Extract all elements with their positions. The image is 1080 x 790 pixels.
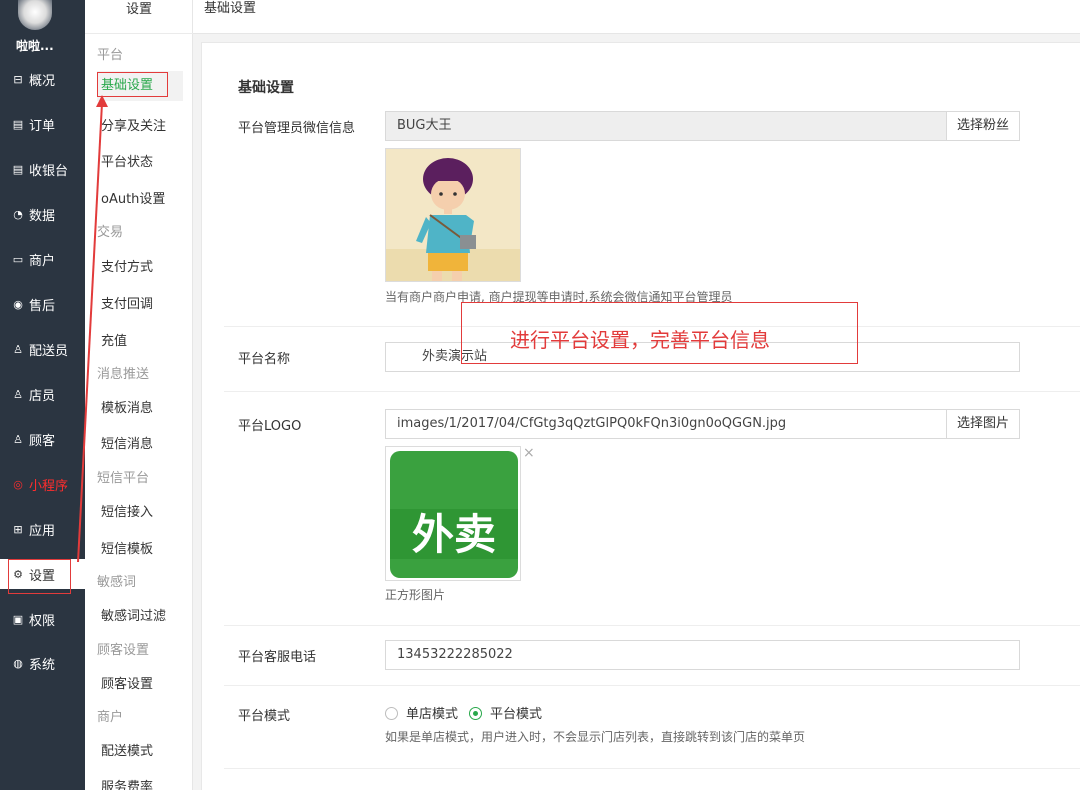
nav-item-courier[interactable]: ♙ 配送员	[0, 334, 85, 364]
select-image-button[interactable]: 选择图片	[946, 409, 1020, 439]
nav-item-label: 收银台	[29, 163, 69, 179]
nav-item-miniprogram[interactable]: ◎ 小程序	[0, 469, 85, 499]
main-sidebar: 啦啦... ⊟ 概况 ▤ 订单 ▤ 收银台 ◔ 数据 ▭ 商户 ◉ 售后 ♙ 配…	[0, 0, 85, 790]
apps-icon: ⊞	[13, 522, 23, 536]
submenu-item-pay-callback[interactable]: 支付回调	[101, 293, 153, 312]
submenu-item-template-msg[interactable]: 模板消息	[101, 397, 153, 416]
logo-text: 外卖	[411, 510, 496, 559]
nav-item-label: 权限	[29, 613, 56, 629]
nav-item-label: 售后	[29, 298, 56, 314]
single-store-radio[interactable]	[385, 707, 398, 720]
service-phone-input[interactable]: 13453222285022	[385, 640, 1020, 670]
submenu-item-recharge[interactable]: 充值	[101, 330, 127, 349]
submenu-group-customer: 顾客设置	[97, 643, 150, 658]
logo-help-text: 正方形图片	[385, 588, 446, 602]
submenu-item-service-rate[interactable]: 服务费率	[101, 776, 153, 790]
annotation-callout-text: 进行平台设置，完善平台信息	[510, 328, 770, 352]
nav-item-permissions[interactable]: ▣ 权限	[0, 604, 85, 634]
nav-item-cashier[interactable]: ▤ 收银台	[0, 154, 85, 184]
settings-submenu: 设置 平台 基础设置 分享及关注 平台状态 oAuth设置 交易 支付方式 支付…	[85, 0, 193, 790]
nav-item-label: 小程序	[29, 478, 69, 494]
nav-item-customer[interactable]: ♙ 顾客	[0, 424, 85, 454]
submenu-item-status[interactable]: 平台状态	[101, 151, 153, 170]
section-title: 基础设置	[238, 80, 294, 96]
nav-item-label: 订单	[29, 118, 56, 134]
nav-item-label: 概况	[29, 73, 56, 89]
select-fans-button[interactable]: 选择粉丝	[946, 111, 1020, 141]
miniprogram-icon: ◎	[13, 477, 23, 491]
row-divider	[224, 768, 1080, 769]
customer-icon: ♙	[13, 432, 23, 446]
order-icon: ▤	[12, 117, 24, 131]
aftersale-icon: ◉	[13, 297, 23, 311]
submenu-group-platform: 平台	[97, 48, 124, 63]
lock-icon: ▣	[12, 612, 24, 626]
nav-item-system[interactable]: ◍ 系统	[0, 648, 85, 678]
nav-item-orders[interactable]: ▤ 订单	[0, 109, 85, 139]
submenu-item-pay-method[interactable]: 支付方式	[101, 256, 153, 275]
row-divider	[224, 625, 1080, 626]
top-header: 基础设置	[193, 0, 1080, 34]
nav-item-label: 配送员	[29, 343, 69, 359]
cartoon-avatar-icon	[386, 149, 520, 281]
nav-item-label: 顾客	[29, 433, 56, 449]
platform-mode-radio[interactable]	[469, 707, 482, 720]
breadcrumb: 基础设置	[204, 1, 257, 16]
submenu-item-oauth[interactable]: oAuth设置	[101, 188, 165, 207]
submenu-group-merchant: 商户	[97, 710, 124, 725]
single-store-label[interactable]: 单店模式	[406, 703, 458, 722]
row-divider	[224, 685, 1080, 686]
platform-mode-label: 平台模式	[238, 709, 291, 724]
submenu-title: 设置	[85, 0, 193, 34]
nav-item-label: 应用	[29, 523, 56, 539]
annotation-highlight-settings	[8, 559, 71, 594]
nav-item-apps[interactable]: ⊞ 应用	[0, 514, 85, 544]
nav-item-merchant[interactable]: ▭ 商户	[0, 244, 85, 274]
nav-item-aftersale[interactable]: ◉ 售后	[0, 289, 85, 319]
logo-image: 外卖	[390, 451, 518, 578]
store-icon: ▭	[12, 252, 24, 266]
submenu-group-push: 消息推送	[97, 367, 150, 382]
platform-mode-option-label[interactable]: 平台模式	[490, 703, 542, 722]
cashier-icon: ▤	[12, 162, 24, 176]
nav-item-label: 系统	[29, 657, 56, 673]
nav-item-overview[interactable]: ⊟ 概况	[0, 64, 85, 94]
logo-path-input[interactable]: images/1/2017/04/CfGtg3qQztGlPQ0kFQn3i0g…	[385, 409, 947, 439]
submenu-item-customer-setting[interactable]: 顾客设置	[101, 673, 153, 692]
platform-name-label: 平台名称	[238, 352, 291, 367]
user-name: 啦啦...	[16, 39, 54, 53]
platform-logo-label: 平台LOGO	[238, 419, 302, 434]
submenu-group-sensitive: 敏感词	[97, 575, 137, 590]
admin-wechat-field[interactable]: BUG大王	[385, 111, 947, 141]
chart-icon: ◔	[13, 207, 23, 221]
annotation-highlight-basic	[97, 72, 168, 97]
avatar[interactable]	[18, 0, 52, 30]
submenu-item-sms-access[interactable]: 短信接入	[101, 501, 153, 520]
settings-panel: 基础设置 平台管理员微信信息 BUG大王 选择粉丝 当有商户商户申请, 商户提现…	[201, 42, 1080, 790]
submenu-item-delivery-mode[interactable]: 配送模式	[101, 740, 153, 759]
nav-item-data[interactable]: ◔ 数据	[0, 199, 85, 229]
courier-icon: ♙	[13, 342, 23, 356]
submenu-item-sms-msg[interactable]: 短信消息	[101, 433, 153, 452]
submenu-group-trade: 交易	[97, 225, 124, 240]
nav-item-label: 商户	[29, 253, 56, 269]
admin-avatar-image	[385, 148, 521, 282]
admin-label: 平台管理员微信信息	[238, 121, 356, 136]
nav-item-label: 店员	[29, 388, 56, 404]
nav-item-clerk[interactable]: ♙ 店员	[0, 379, 85, 409]
submenu-item-sms-template[interactable]: 短信模板	[101, 538, 153, 557]
remove-logo-icon[interactable]: ×	[523, 445, 535, 461]
service-phone-label: 平台客服电话	[238, 650, 317, 665]
logo-preview: 外卖	[385, 446, 521, 581]
submenu-item-share[interactable]: 分享及关注	[101, 115, 166, 134]
row-divider	[224, 391, 1080, 392]
dashboard-icon: ⊟	[13, 72, 23, 86]
submenu-group-sms: 短信平台	[97, 471, 150, 486]
nav-item-label: 数据	[29, 208, 56, 224]
system-icon: ◍	[13, 656, 23, 670]
submenu-item-sensitive-filter[interactable]: 敏感词过滤	[101, 605, 166, 624]
clerk-icon: ♙	[13, 387, 23, 401]
mode-help-text: 如果是单店模式，用户进入时，不会显示门店列表，直接跳转到该门店的菜单页	[385, 730, 806, 744]
